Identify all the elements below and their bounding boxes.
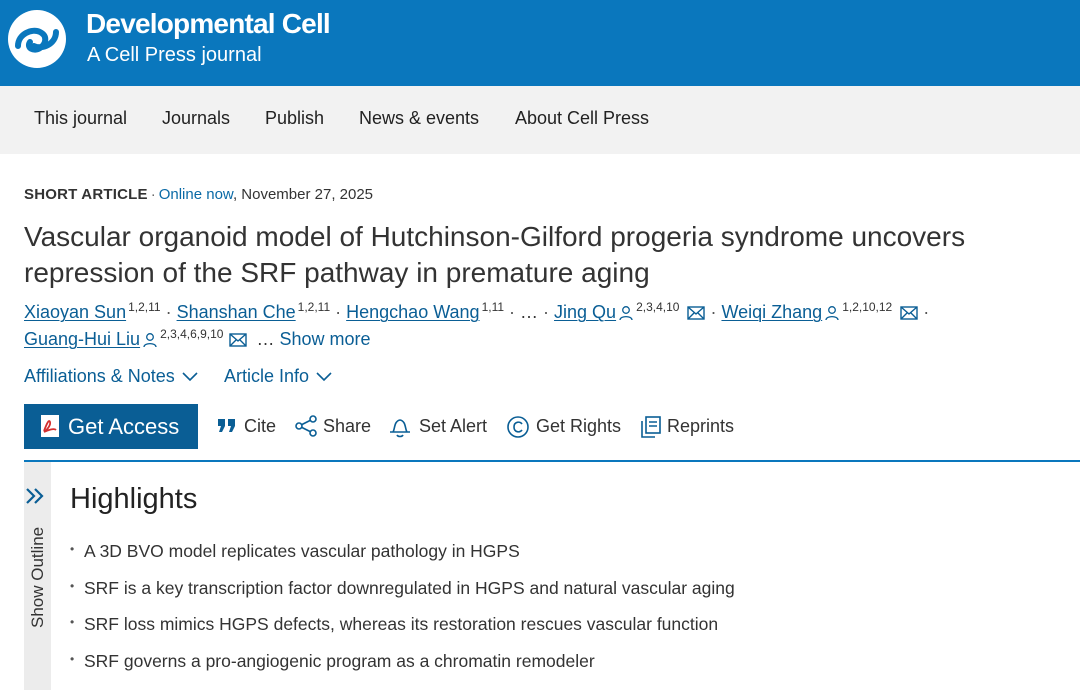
chevron-down-icon <box>316 372 332 382</box>
get-access-label: Get Access <box>68 414 180 439</box>
journal-name[interactable]: Developmental Cell <box>86 8 331 40</box>
article-title-line-1: Vascular organoid model of Hutchinson-Gi… <box>24 221 966 252</box>
author-link[interactable]: Hengchao Wang <box>346 302 479 322</box>
article-info-toggle-label: Article Info <box>224 366 310 386</box>
pdf-icon <box>41 415 59 437</box>
author-affiliation-sup: 2,3,4,6,9,10 <box>160 327 224 341</box>
show-outline-button[interactable]: Show Outline <box>28 527 48 628</box>
share-icon <box>295 415 317 437</box>
get-access-button[interactable]: Get Access <box>24 404 198 449</box>
authors-ellipsis: … <box>520 302 539 322</box>
person-icon <box>143 333 157 348</box>
reprints-label: Reprints <box>667 416 735 436</box>
show-more-authors-link[interactable]: Show more <box>280 329 371 349</box>
article-meta: SHORT ARTICLE · Online now, November 27, 2… <box>24 186 373 203</box>
get-rights-label: Get Rights <box>536 416 622 436</box>
nav-journals[interactable]: Journals <box>162 108 230 129</box>
cite-label: Cite <box>244 416 277 436</box>
quote-icon <box>218 419 235 432</box>
envelope-icon[interactable] <box>687 306 706 320</box>
copyright-icon <box>507 416 529 438</box>
share-button[interactable]: Share <box>294 415 374 438</box>
affiliations-toggle[interactable]: Affiliations & Notes <box>24 366 198 387</box>
highlight-item: SRF governs a pro-angiogenic program as … <box>70 651 735 688</box>
publication-date: , November 27, 2025 <box>232 186 374 203</box>
meta-separator: · <box>150 186 156 203</box>
author-link[interactable]: Weiqi Zhang <box>721 302 822 322</box>
author-link[interactable]: Xiaoyan Sun <box>24 302 126 322</box>
nav-this-journal[interactable]: This journal <box>34 108 127 129</box>
author-affiliation-sup: 1,2,10,12 <box>842 300 893 314</box>
author-link[interactable]: Jing Qu <box>554 302 616 322</box>
article-info-toggle[interactable]: Article Info <box>224 366 332 387</box>
highlight-item: SRF loss mimics HGPS defects, whereas it… <box>70 614 735 651</box>
main-nav: This journal Journals Publish News & eve… <box>0 86 1080 154</box>
author-link[interactable]: Guang-Hui Liu <box>24 329 140 349</box>
affiliations-toggle-label: Affiliations & Notes <box>24 366 175 386</box>
person-icon <box>825 306 839 321</box>
share-label: Share <box>323 416 372 436</box>
online-status: Online now <box>158 186 233 203</box>
bell-icon <box>390 419 410 438</box>
highlight-item: SRF is a key transcription factor downre… <box>70 578 735 615</box>
double-chevron-right-icon[interactable] <box>25 484 45 512</box>
author-affiliation-sup: 1,2,11 <box>128 300 161 314</box>
reprints-icon <box>641 416 661 438</box>
author-affiliation-sup: 1,2,11 <box>297 300 331 314</box>
get-rights-button[interactable]: Get Rights <box>506 416 626 438</box>
nav-news-events[interactable]: News & events <box>359 108 479 129</box>
author-list-line-2: Guang-Hui Liu 2,3,4,6,9,10 … Show more <box>24 327 371 351</box>
section-divider <box>24 460 1080 462</box>
reprints-button[interactable]: Reprints <box>640 416 740 438</box>
author-affiliation-sup: 1,11 <box>481 300 505 314</box>
set-alert-button[interactable]: Set Alert <box>388 416 494 438</box>
highlights-list: A 3D BVO model replicates vascular patho… <box>70 541 735 687</box>
article-title-line-2: repression of the SRF pathway in prematu… <box>24 257 650 288</box>
nav-publish[interactable]: Publish <box>265 108 324 129</box>
article-title: Vascular organoid model of Hutchinson-Gi… <box>24 219 1064 291</box>
person-icon <box>619 306 633 321</box>
chevron-down-icon <box>182 372 198 382</box>
highlight-item: A 3D BVO model replicates vascular patho… <box>70 541 735 578</box>
journal-subtitle: A Cell Press journal <box>87 44 262 66</box>
authors-trailing-ellipsis: … <box>256 329 275 349</box>
envelope-icon[interactable] <box>229 333 248 347</box>
journal-header: Developmental Cell A Cell Press journal <box>0 0 1080 86</box>
author-affiliation-sup: 2,3,4,10 <box>636 300 680 314</box>
cell-press-logo-icon[interactable] <box>6 8 68 70</box>
highlights-heading: Highlights <box>70 483 198 515</box>
article-actions-toolbar: Get Access Cite Share Set Alert Get Righ… <box>24 404 1080 450</box>
cite-button[interactable]: Cite <box>216 416 276 438</box>
set-alert-label: Set Alert <box>419 416 488 436</box>
article-type: SHORT ARTICLE <box>24 186 148 203</box>
author-list-line-1: Xiaoyan Sun 1,2,11 · Shanshan Che 1,2,11 · Hen… <box>24 300 930 322</box>
nav-about-cell-press[interactable]: About Cell Press <box>515 108 649 129</box>
envelope-icon[interactable] <box>900 306 918 320</box>
author-link[interactable]: Shanshan Che <box>177 302 296 322</box>
